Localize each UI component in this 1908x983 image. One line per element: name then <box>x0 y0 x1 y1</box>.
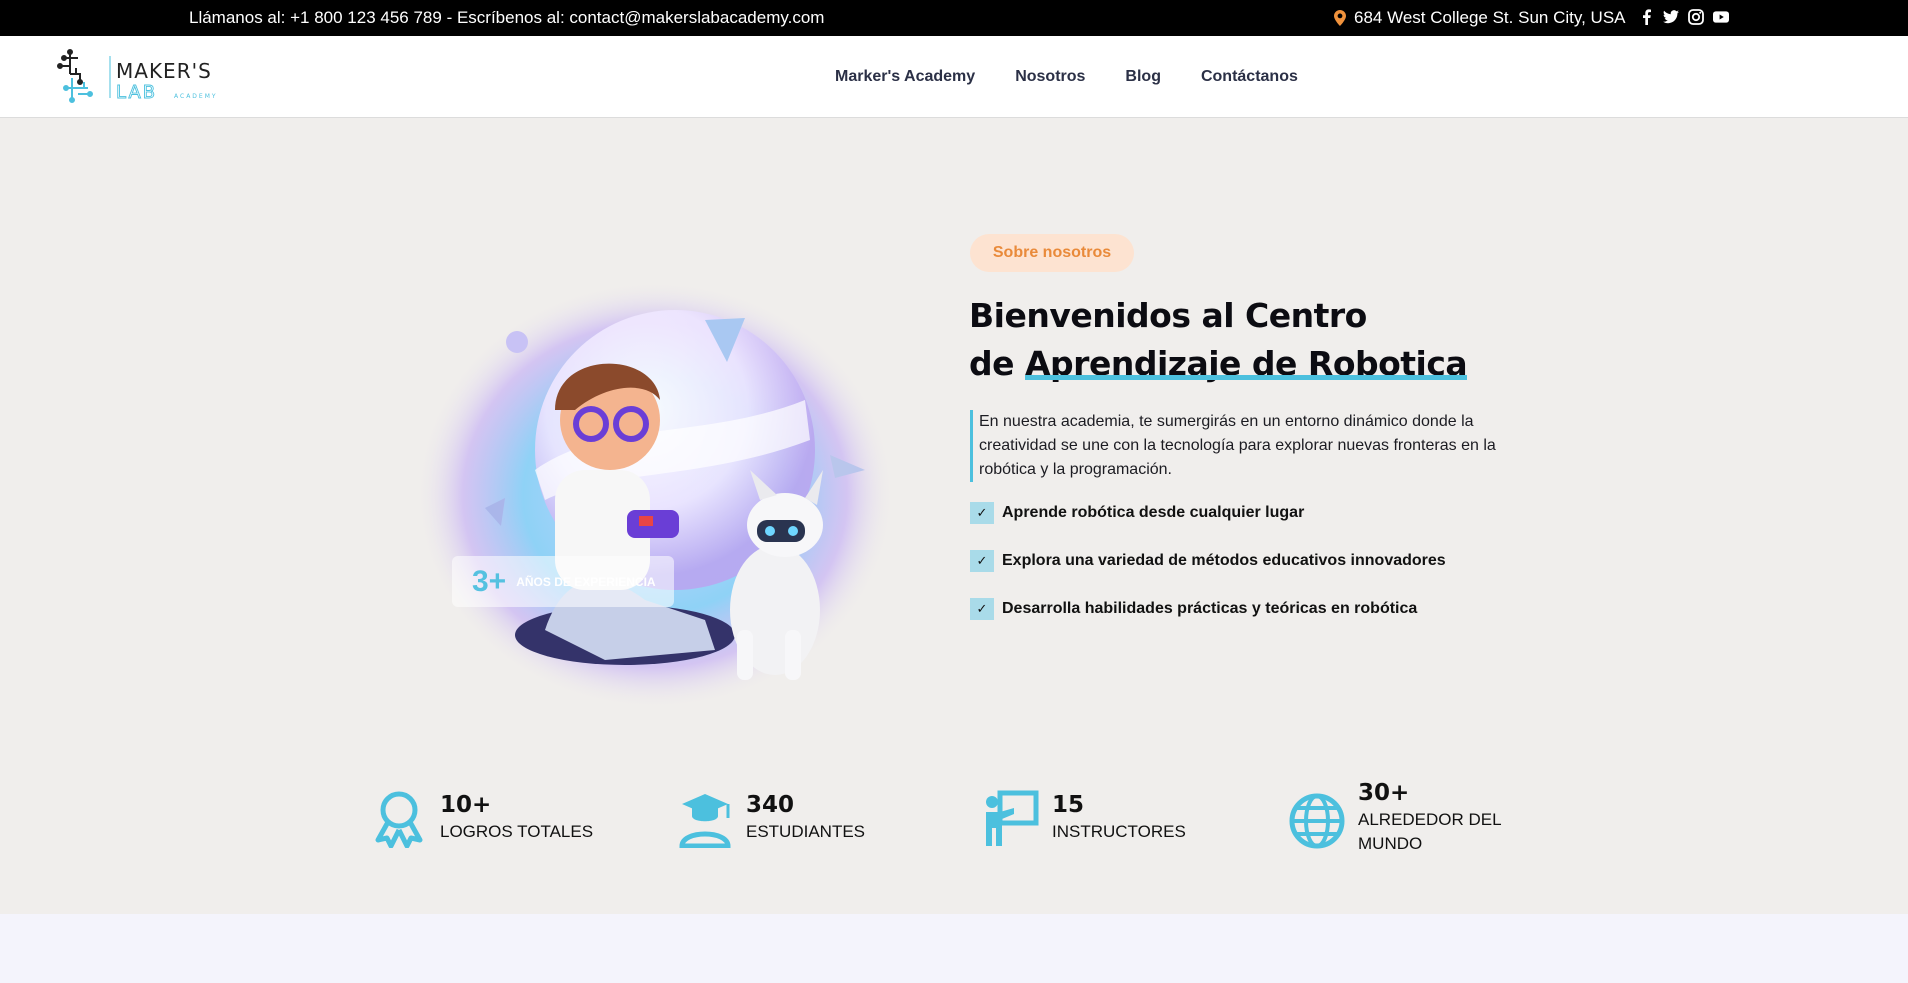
hero-title-prefix: de <box>969 344 1015 383</box>
feature-list: ✓ Aprende robótica desde cualquier lugar… <box>970 501 1446 645</box>
checkmark-icon: ✓ <box>970 502 994 524</box>
hero-title: Bienvenidos al Centro de Aprendizaje de … <box>969 292 1468 388</box>
youtube-icon[interactable] <box>1713 8 1729 26</box>
feature-text: Desarrolla habilidades prácticas y teóri… <box>1002 600 1418 617</box>
top-bar: Llámanos al: +1 800 123 456 789 - Escríb… <box>0 0 1908 36</box>
stat-worldwide: 30+ ALREDEDOR DEL MUNDO <box>1288 778 1508 856</box>
svg-text:LAB: LAB <box>116 82 157 103</box>
address: 684 West College St. Sun City, USA <box>1334 8 1626 28</box>
list-item: ✓ Explora una variedad de métodos educat… <box>970 549 1446 573</box>
globe-icon <box>1289 793 1345 849</box>
nav-contactanos[interactable]: Contáctanos <box>1201 68 1298 86</box>
stat-number: 30+ <box>1358 780 1410 806</box>
experience-label: AÑOS DE EXPERIENCIA <box>516 574 656 589</box>
svg-text:MAKER'S: MAKER'S <box>116 59 212 83</box>
stat-students: 340 ESTUDIANTES <box>676 790 865 848</box>
stat-label: ALREDEDOR DEL MUNDO <box>1358 810 1501 853</box>
stat-number: 15 <box>1052 792 1085 818</box>
contact-info: Llámanos al: +1 800 123 456 789 - Escríb… <box>189 8 825 27</box>
svg-text:ACADEMY: ACADEMY <box>174 93 218 100</box>
hero-title-highlight: Aprendizaje de Robotica <box>1025 344 1468 383</box>
stat-label: INSTRUCTORES <box>1052 822 1186 841</box>
award-icon <box>375 791 423 848</box>
instagram-icon[interactable] <box>1688 8 1704 26</box>
stat-achievements: 10+ LOGROS TOTALES <box>370 790 593 848</box>
nav-markers-academy[interactable]: Marker's Academy <box>835 68 975 86</box>
nav-blog[interactable]: Blog <box>1125 68 1161 86</box>
feature-text: Aprende robótica desde cualquier lugar <box>1002 504 1305 521</box>
instructor-icon <box>986 790 1039 846</box>
checkmark-icon: ✓ <box>970 550 994 572</box>
site-logo[interactable]: MAKER'S LAB ACADEMY <box>52 48 262 106</box>
checkmark-icon: ✓ <box>970 598 994 620</box>
experience-badge: 3+ AÑOS DE EXPERIENCIA <box>452 556 674 607</box>
feature-text: Explora una variedad de métodos educativ… <box>1002 552 1446 569</box>
social-links <box>1638 8 1729 26</box>
location-pin-icon <box>1334 10 1346 26</box>
site-header: MAKER'S LAB ACADEMY Marker's Academy Nos… <box>0 36 1908 118</box>
hero-illustration <box>405 270 905 710</box>
graduate-icon <box>679 794 731 848</box>
stat-number: 340 <box>746 792 795 818</box>
facebook-icon[interactable] <box>1638 8 1654 26</box>
address-text: 684 West College St. Sun City, USA <box>1354 8 1626 27</box>
stat-label: LOGROS TOTALES <box>440 822 594 841</box>
section-tag: Sobre nosotros <box>970 234 1134 272</box>
stat-instructors: 15 INSTRUCTORES <box>982 790 1186 848</box>
list-item: ✓ Desarrolla habilidades prácticas y teó… <box>970 597 1446 621</box>
stat-label: ESTUDIANTES <box>746 822 866 841</box>
main-nav: Marker's Academy Nosotros Blog Contáctan… <box>835 68 1298 86</box>
list-item: ✓ Aprende robótica desde cualquier lugar <box>970 501 1446 525</box>
experience-number: 3+ <box>472 564 507 598</box>
hero-description: En nuestra academia, te sumergirás en un… <box>970 410 1530 482</box>
twitter-icon[interactable] <box>1663 8 1679 26</box>
next-section <box>0 914 1908 983</box>
stat-number: 10+ <box>440 792 492 818</box>
hero-title-line1: Bienvenidos al Centro <box>969 296 1367 335</box>
nav-nosotros[interactable]: Nosotros <box>1015 68 1085 86</box>
